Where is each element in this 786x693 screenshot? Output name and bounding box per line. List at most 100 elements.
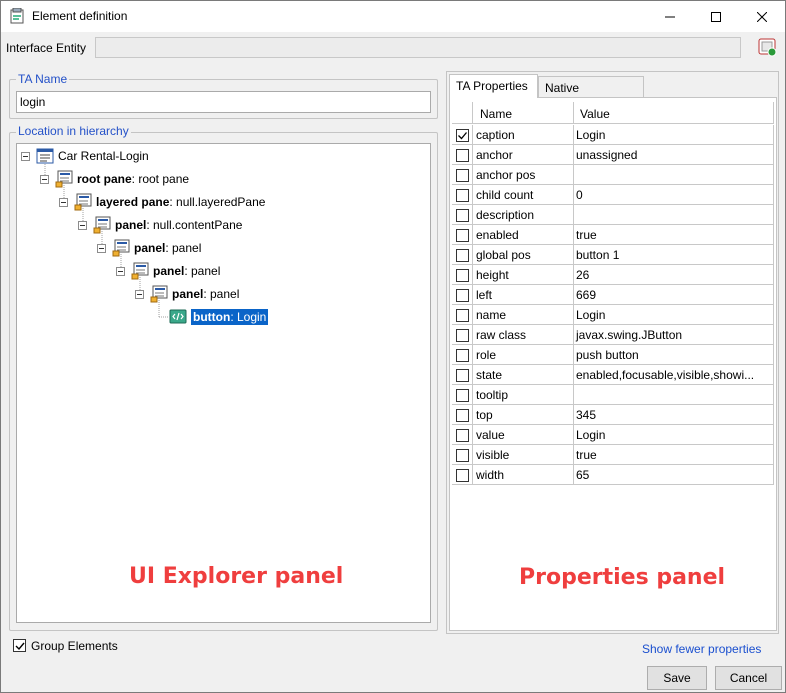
property-checkbox[interactable] xyxy=(456,369,469,382)
property-name: anchor xyxy=(473,145,574,165)
property-checkbox[interactable] xyxy=(456,169,469,182)
property-checkbox[interactable] xyxy=(456,129,469,142)
tree-collapse-toggle[interactable] xyxy=(97,244,106,253)
property-value[interactable]: javax.swing.JButton xyxy=(574,325,774,345)
property-value[interactable]: 345 xyxy=(574,405,774,425)
property-row[interactable]: width 65 xyxy=(452,465,774,485)
property-check-cell xyxy=(452,345,473,365)
property-value[interactable]: true xyxy=(574,445,774,465)
property-checkbox[interactable] xyxy=(456,249,469,262)
pane-node-icon xyxy=(74,193,92,211)
property-name: role xyxy=(473,345,574,365)
property-value[interactable]: Login xyxy=(574,305,774,325)
property-row[interactable]: description xyxy=(452,205,774,225)
property-row[interactable]: anchor pos xyxy=(452,165,774,185)
property-check-cell xyxy=(452,385,473,405)
pane-node-icon xyxy=(93,216,111,234)
property-checkbox[interactable] xyxy=(456,269,469,282)
tree-node-panel[interactable]: panel: panel xyxy=(112,238,201,258)
tree-node-content-pane[interactable]: panel: null.contentPane xyxy=(93,215,242,235)
property-name: top xyxy=(473,405,574,425)
property-row[interactable]: name Login xyxy=(452,305,774,325)
property-name: height xyxy=(473,265,574,285)
close-button[interactable] xyxy=(739,1,785,32)
property-check-cell xyxy=(452,225,473,245)
properties-table-header: Name Value xyxy=(452,102,774,124)
property-value[interactable]: 669 xyxy=(574,285,774,305)
property-checkbox[interactable] xyxy=(456,209,469,222)
property-checkbox[interactable] xyxy=(456,229,469,242)
property-row[interactable]: visible true xyxy=(452,445,774,465)
tree-node-root[interactable]: Car Rental-Login xyxy=(36,146,149,166)
property-row[interactable]: global pos button 1 xyxy=(452,245,774,265)
tree-collapse-toggle[interactable] xyxy=(59,198,68,207)
property-row[interactable]: anchor unassigned xyxy=(452,145,774,165)
group-elements-checkbox[interactable] xyxy=(13,639,26,652)
property-value[interactable]: enabled,focusable,visible,showi... xyxy=(574,365,774,385)
ta-name-input[interactable] xyxy=(16,91,431,113)
tree-collapse-toggle[interactable] xyxy=(116,267,125,276)
property-checkbox[interactable] xyxy=(456,149,469,162)
property-checkbox[interactable] xyxy=(456,469,469,482)
property-name: child count xyxy=(473,185,574,205)
property-checkbox[interactable] xyxy=(456,309,469,322)
tree-collapse-toggle[interactable] xyxy=(135,290,144,299)
property-row[interactable]: state enabled,focusable,visible,showi... xyxy=(452,365,774,385)
property-checkbox[interactable] xyxy=(456,449,469,462)
tree-collapse-toggle[interactable] xyxy=(78,221,87,230)
property-checkbox[interactable] xyxy=(456,429,469,442)
tree-collapse-toggle[interactable] xyxy=(40,175,49,184)
tree-node-text: Car Rental-Login xyxy=(58,149,149,163)
tree-node-button-selected[interactable]: button: Login xyxy=(169,307,269,327)
property-value[interactable]: 26 xyxy=(574,265,774,285)
property-checkbox[interactable] xyxy=(456,289,469,302)
property-row[interactable]: child count 0 xyxy=(452,185,774,205)
tree-node-text: : null.contentPane xyxy=(146,218,243,232)
property-value[interactable] xyxy=(574,165,774,185)
save-button[interactable]: Save xyxy=(647,666,707,690)
property-row[interactable]: height 26 xyxy=(452,265,774,285)
property-value[interactable]: 65 xyxy=(574,465,774,485)
property-checkbox[interactable] xyxy=(456,349,469,362)
property-value[interactable]: push button xyxy=(574,345,774,365)
tree-node-panel[interactable]: panel: panel xyxy=(131,261,220,281)
tab-native-properties[interactable]: Native Properties xyxy=(538,76,644,109)
property-row[interactable]: left 669 xyxy=(452,285,774,305)
property-row[interactable]: caption Login xyxy=(452,125,774,145)
property-checkbox[interactable] xyxy=(456,389,469,402)
property-check-cell xyxy=(452,445,473,465)
property-value[interactable] xyxy=(574,385,774,405)
property-row[interactable]: role push button xyxy=(452,345,774,365)
property-value[interactable]: Login xyxy=(574,125,774,145)
tree-node-layered-pane[interactable]: layered pane: null.layeredPane xyxy=(74,192,265,212)
property-value[interactable]: unassigned xyxy=(574,145,774,165)
property-checkbox[interactable] xyxy=(456,329,469,342)
hierarchy-tree[interactable]: Car Rental-Login root pane: root pane la… xyxy=(16,143,431,623)
maximize-button[interactable] xyxy=(693,1,739,32)
cancel-button[interactable]: Cancel xyxy=(715,666,782,690)
property-value[interactable]: true xyxy=(574,225,774,245)
tree-node-bold: panel xyxy=(115,218,147,232)
show-fewer-properties-link[interactable]: Show fewer properties xyxy=(642,642,761,656)
tree-collapse-toggle[interactable] xyxy=(21,152,30,161)
property-name: name xyxy=(473,305,574,325)
property-row[interactable]: top 345 xyxy=(452,405,774,425)
header-value[interactable]: Value xyxy=(574,102,774,124)
header-name[interactable]: Name xyxy=(473,102,574,124)
property-value[interactable] xyxy=(574,205,774,225)
tree-node-panel[interactable]: panel: panel xyxy=(150,284,239,304)
tab-ta-properties[interactable]: TA Properties xyxy=(449,74,538,98)
property-value[interactable]: Login xyxy=(574,425,774,445)
interface-entity-field[interactable] xyxy=(95,37,741,58)
property-checkbox[interactable] xyxy=(456,189,469,202)
property-value[interactable]: 0 xyxy=(574,185,774,205)
property-checkbox[interactable] xyxy=(456,409,469,422)
property-row[interactable]: tooltip xyxy=(452,385,774,405)
property-row[interactable]: enabled true xyxy=(452,225,774,245)
tree-node-root-pane[interactable]: root pane: root pane xyxy=(55,169,189,189)
property-row[interactable]: value Login xyxy=(452,425,774,445)
interface-entity-button[interactable] xyxy=(757,38,778,57)
property-value[interactable]: button 1 xyxy=(574,245,774,265)
minimize-button[interactable] xyxy=(647,1,693,32)
property-row[interactable]: raw class javax.swing.JButton xyxy=(452,325,774,345)
